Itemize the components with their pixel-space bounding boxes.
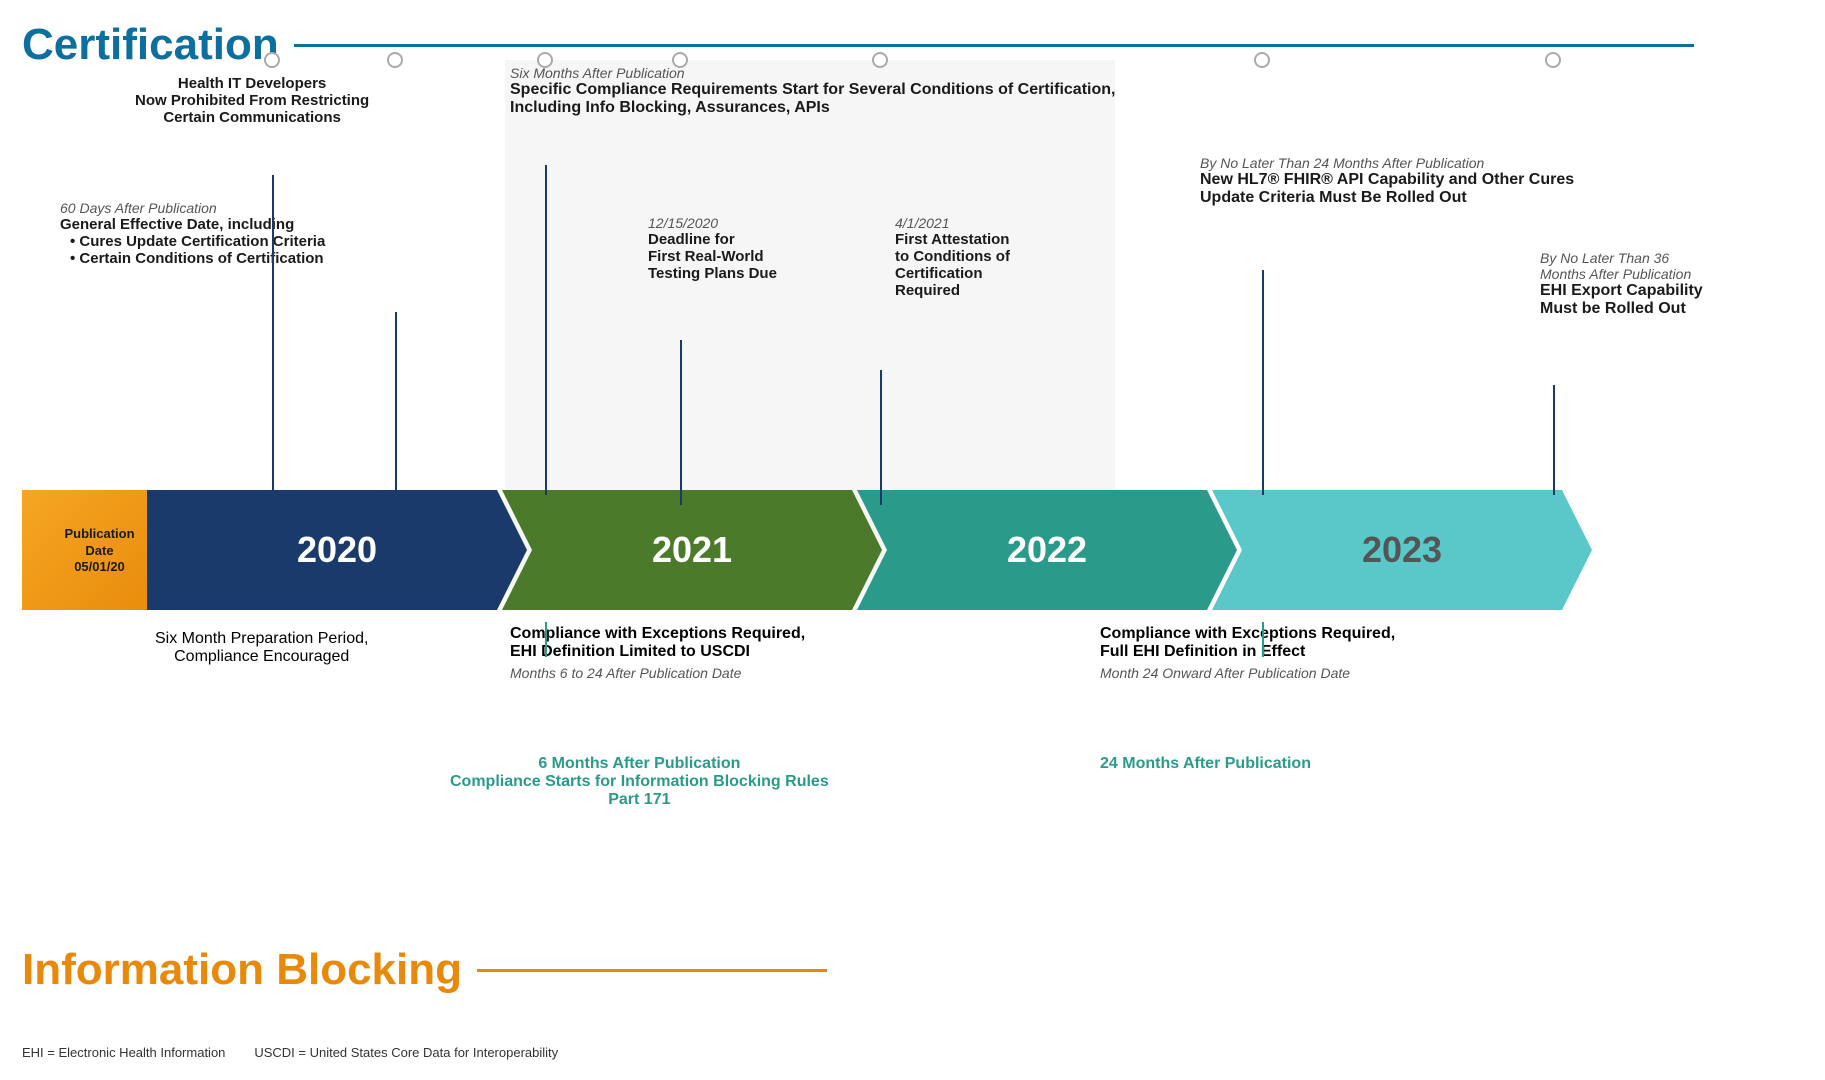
connector-6mo-below: [545, 622, 547, 657]
footer-ehi: EHI = Electronic Health Information: [22, 1045, 225, 1060]
connector-24months: [1262, 270, 1264, 495]
6mo-teal-line2: Compliance Starts for Information Blocki…: [450, 773, 829, 791]
connector-24mo-below: [1262, 622, 1264, 657]
cert-line: [294, 44, 1694, 47]
24months-italic: By No Later Than 24 Months After Publica…: [1200, 155, 1574, 171]
connector-six-months: [545, 165, 547, 495]
connector-1215: [680, 340, 682, 505]
connector-411: [880, 370, 882, 505]
411-italic: 4/1/2021: [895, 215, 1010, 231]
dot-60days: [387, 52, 403, 68]
pub-label: PublicationDate: [64, 526, 134, 560]
compliance-full-italic: Month 24 Onward After Publication Date: [1100, 665, 1395, 681]
footer: EHI = Electronic Health Information USCD…: [22, 1045, 558, 1060]
annotation-health-it: Health IT DevelopersNow Prohibited From …: [135, 75, 369, 126]
connector-health-it: [272, 175, 274, 495]
1215-bold: Deadline forFirst Real-WorldTesting Plan…: [648, 231, 777, 282]
60days-bold: General Effective Date, including • Cure…: [60, 216, 325, 267]
24months-bold: New HL7® FHIR® API Capability and Other …: [1200, 171, 1574, 207]
compliance-uscdi-italic: Months 6 to 24 After Publication Date: [510, 665, 805, 681]
annotation-compliance-uscdi: Compliance with Exceptions Required,EHI …: [510, 625, 805, 681]
annotation-six-months: Six Months After Publication Specific Co…: [510, 65, 1115, 117]
1215-italic: 12/15/2020: [648, 215, 777, 231]
annotation-1215: 12/15/2020 Deadline forFirst Real-WorldT…: [648, 215, 777, 282]
ib-title: Information Blocking: [22, 945, 462, 995]
six-month-prep-text: Six Month Preparation Period,Compliance …: [155, 630, 368, 666]
dot-health-it: [264, 52, 280, 68]
annotation-6mo-teal: 6 Months After Publication Compliance St…: [450, 755, 829, 809]
connector-36months: [1553, 385, 1555, 495]
24mo-teal-text: 24 Months After Publication: [1100, 755, 1311, 773]
six-months-italic: Six Months After Publication: [510, 65, 1115, 81]
36months-bold: EHI Export CapabilityMust be Rolled Out: [1540, 282, 1703, 318]
ib-line: [477, 969, 827, 972]
timeline-arrows: 2020 2021 2022 2023: [152, 490, 1812, 610]
dot-24months: [1254, 52, 1270, 68]
timeline-area: PublicationDate 05/01/20 2020 2021 2022 …: [22, 490, 1812, 610]
60days-italic: 60 Days After Publication: [60, 200, 325, 216]
6mo-teal-line1: 6 Months After Publication: [450, 755, 829, 773]
6mo-teal-line3: Part 171: [450, 791, 829, 809]
compliance-full-bold: Compliance with Exceptions Required,Full…: [1100, 625, 1395, 661]
cert-title: Certification: [22, 20, 279, 70]
annotation-60days: 60 Days After Publication General Effect…: [60, 200, 325, 267]
ib-section-header: Information Blocking: [22, 945, 827, 995]
dot-1215: [672, 52, 688, 68]
dot-36months: [1545, 52, 1561, 68]
six-months-bold: Specific Compliance Requirements Start f…: [510, 81, 1115, 117]
connector-60days: [395, 312, 397, 495]
annotation-411: 4/1/2021 First Attestationto Conditions …: [895, 215, 1010, 299]
36months-italic: By No Later Than 36Months After Publicat…: [1540, 250, 1703, 282]
main-container: Certification Health IT DevelopersNow Pr…: [0, 0, 1825, 1080]
footer-uscdi: USCDI = United States Core Data for Inte…: [254, 1045, 558, 1060]
year-2020-segment: 2020: [147, 490, 527, 610]
411-bold: First Attestationto Conditions ofCertifi…: [895, 231, 1010, 299]
annotation-24months: By No Later Than 24 Months After Publica…: [1200, 155, 1574, 207]
dot-411: [872, 52, 888, 68]
compliance-uscdi-bold: Compliance with Exceptions Required,EHI …: [510, 625, 805, 661]
year-2022-segment: 2022: [857, 490, 1237, 610]
annotation-24mo-teal: 24 Months After Publication: [1100, 755, 1311, 773]
pub-date: 05/01/20: [74, 559, 125, 574]
annotation-compliance-full: Compliance with Exceptions Required,Full…: [1100, 625, 1395, 681]
annotation-six-month-prep: Six Month Preparation Period,Compliance …: [155, 630, 368, 666]
health-it-bold: Health IT DevelopersNow Prohibited From …: [135, 75, 369, 126]
year-2021-segment: 2021: [502, 490, 882, 610]
year-2023-segment: 2023: [1212, 490, 1592, 610]
dot-six-months: [537, 52, 553, 68]
annotation-36months: By No Later Than 36Months After Publicat…: [1540, 250, 1703, 318]
